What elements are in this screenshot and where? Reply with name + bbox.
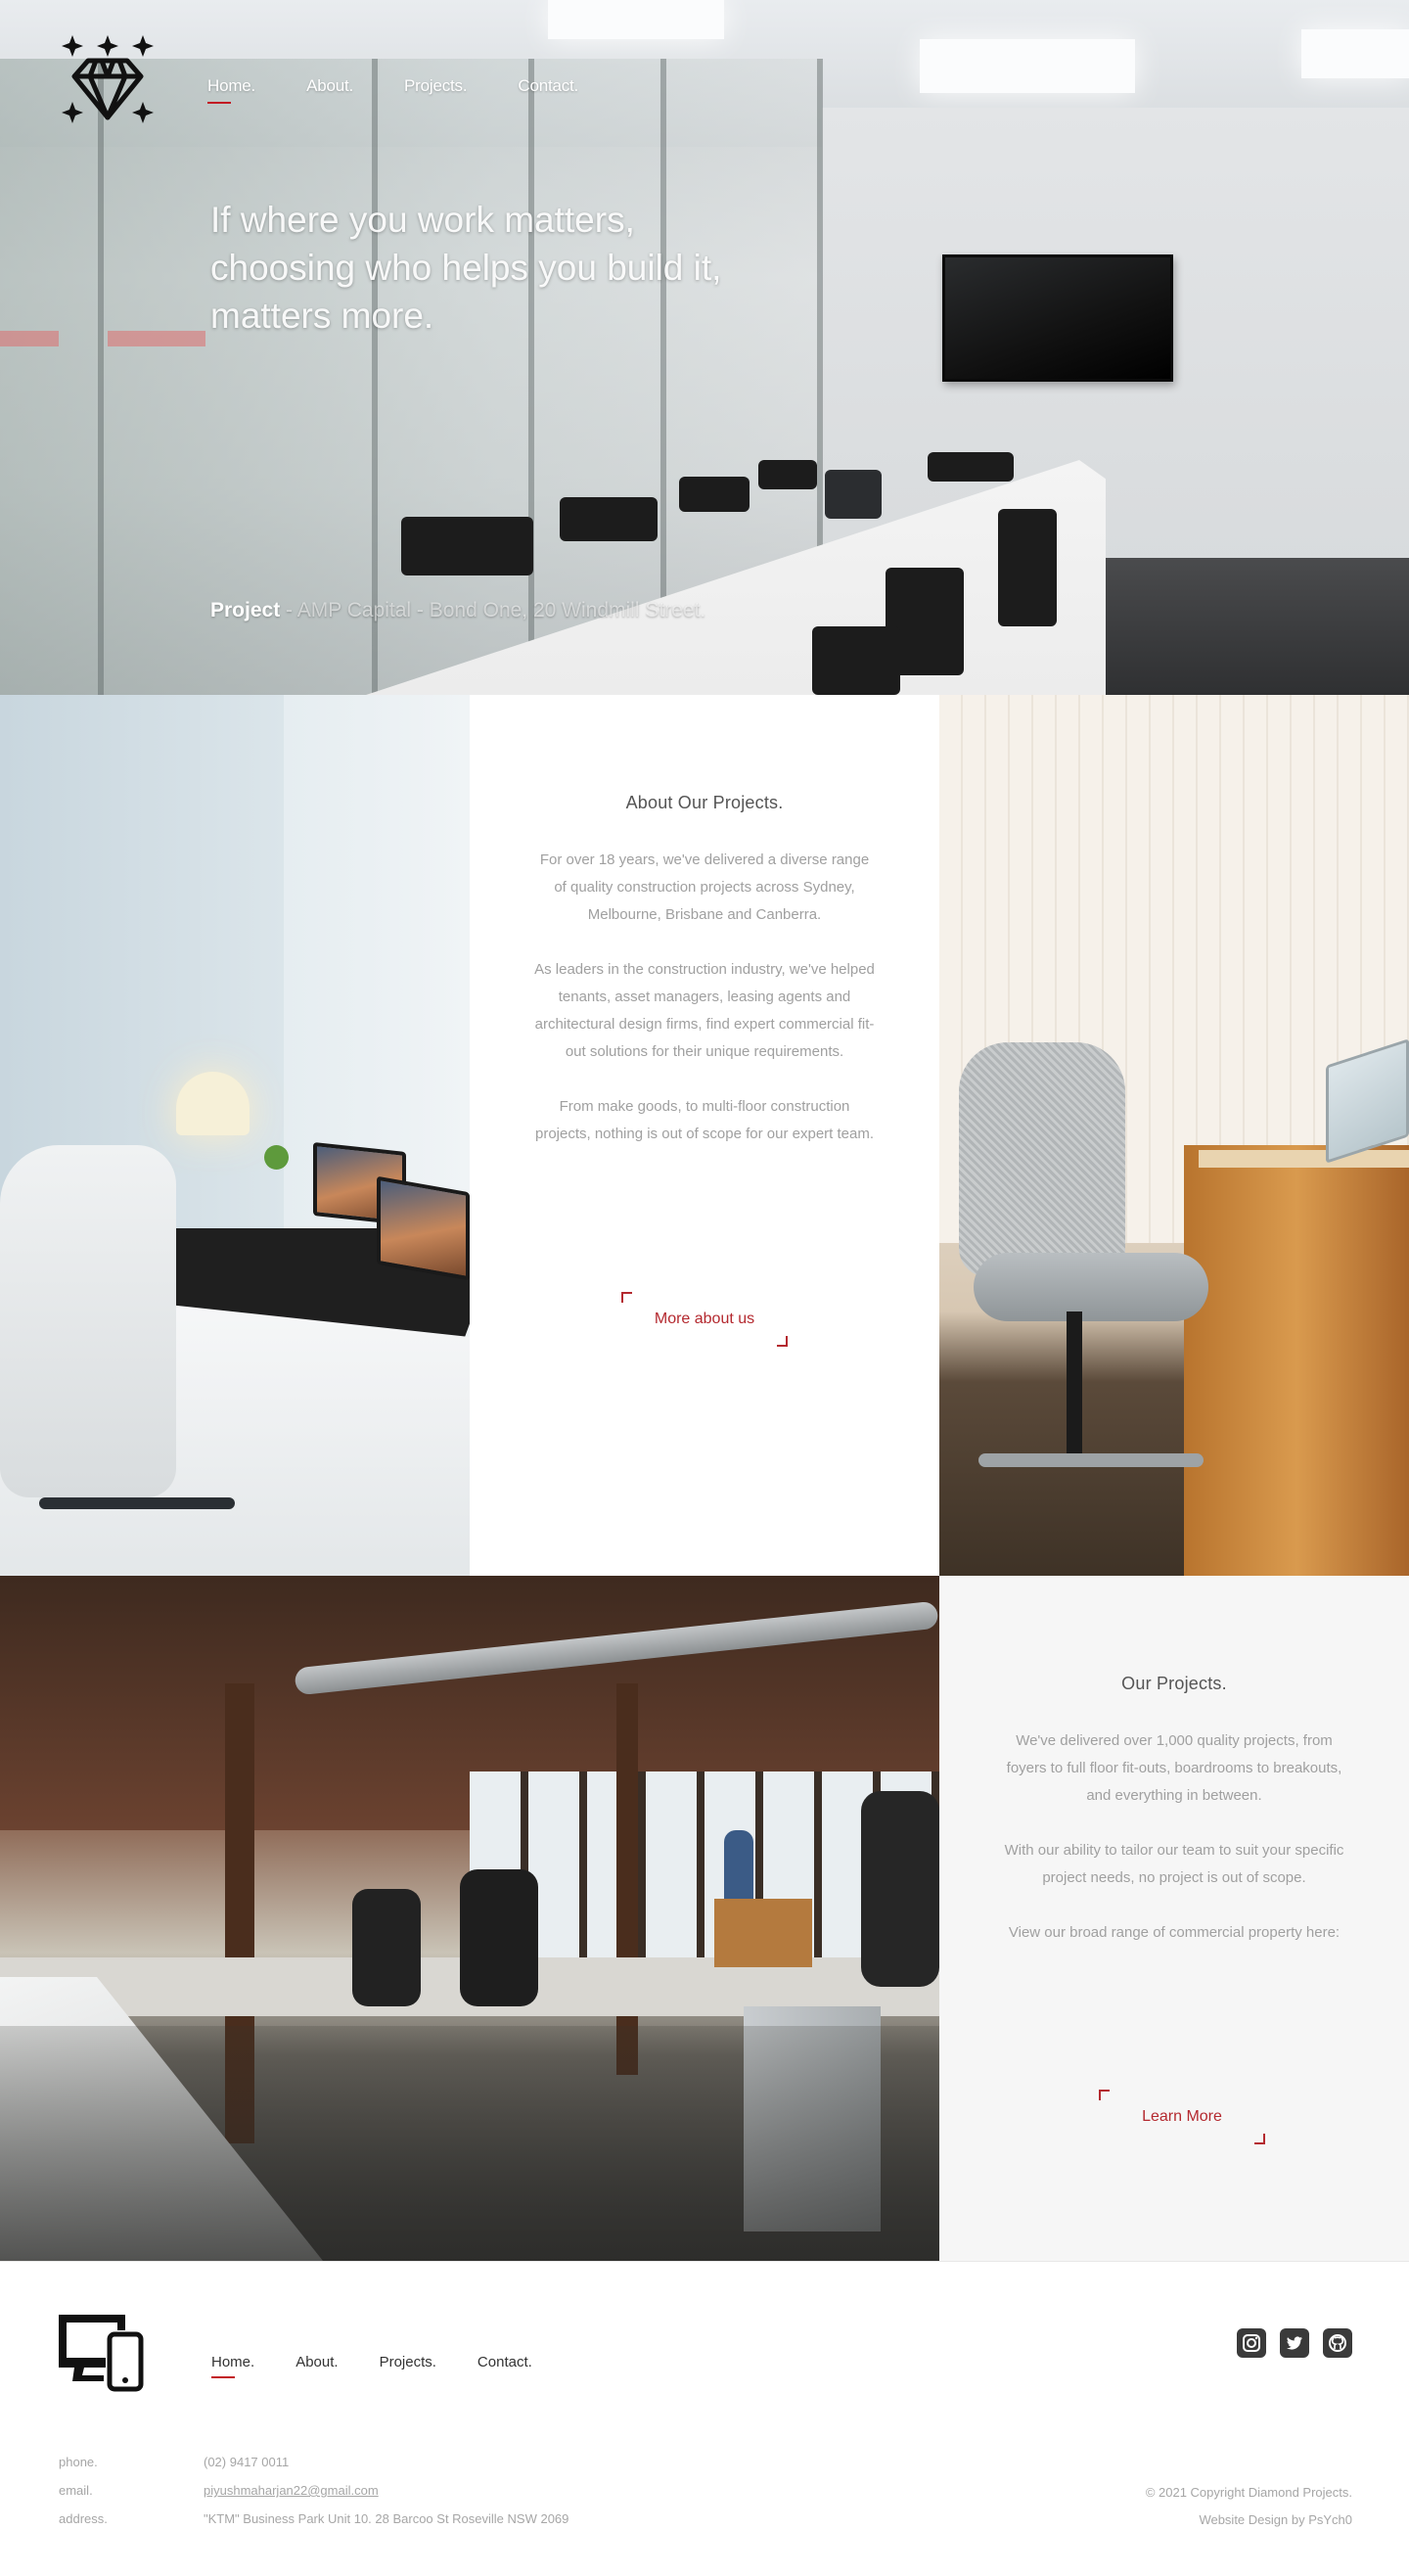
wood-desk bbox=[1184, 1145, 1409, 1576]
monitor-screen bbox=[377, 1175, 470, 1281]
about-copy: For over 18 years, we've delivered a div… bbox=[533, 847, 876, 1148]
white-chair bbox=[0, 1145, 176, 1497]
office-chair bbox=[758, 460, 817, 489]
footer-nav-projects[interactable]: Projects. bbox=[380, 2354, 436, 2378]
ceiling-light bbox=[1301, 29, 1409, 78]
office-chair bbox=[679, 477, 750, 512]
glass-frame bbox=[98, 59, 104, 695]
office-chair bbox=[401, 517, 533, 575]
office-chair bbox=[998, 509, 1057, 626]
desk-phone bbox=[825, 470, 882, 519]
instagram-icon[interactable] bbox=[1237, 2328, 1266, 2358]
office-chair bbox=[861, 1791, 939, 1987]
desk-lamp bbox=[176, 1072, 250, 1135]
address-label: address. bbox=[59, 2511, 108, 2526]
devices-icon[interactable] bbox=[55, 2311, 145, 2393]
email-label: email. bbox=[59, 2483, 93, 2498]
nav-contact[interactable]: Contact. bbox=[518, 76, 578, 104]
learn-more-button[interactable]: Learn More bbox=[1099, 2090, 1265, 2144]
project-label: Project bbox=[210, 599, 281, 621]
phone-label: phone. bbox=[59, 2455, 98, 2469]
ceiling-light bbox=[548, 0, 724, 39]
office-chair-photo bbox=[939, 695, 1409, 1576]
timber-column bbox=[616, 1683, 638, 2075]
glass-accent-strip bbox=[108, 331, 205, 346]
project-detail: AMP Capital - Bond One, 20 Windmill Stre… bbox=[296, 599, 706, 621]
contact-row-email: email. piyushmaharjan22@gmail.com bbox=[59, 2476, 568, 2505]
site-footer: Home. About. Projects. Contact. phone. (… bbox=[0, 2261, 1409, 2576]
nav-projects[interactable]: Projects. bbox=[404, 76, 468, 104]
chair-base bbox=[39, 1497, 235, 1509]
projects-paragraph: We've delivered over 1,000 quality proje… bbox=[1006, 1732, 1342, 1804]
project-separator: - bbox=[286, 599, 294, 621]
address-value: "KTM" Business Park Unit 10. 28 Barcoo S… bbox=[204, 2511, 569, 2526]
chair-base bbox=[978, 1453, 1204, 1467]
copyright-text: © 2021 Copyright Diamond Projects. bbox=[1145, 2485, 1352, 2500]
our-projects-panel: Our Projects. We've delivered over 1,000… bbox=[939, 1576, 1409, 2261]
wall-tv bbox=[942, 254, 1173, 382]
footer-nav-home[interactable]: Home. bbox=[211, 2354, 254, 2378]
desk-top bbox=[1199, 1150, 1409, 1168]
about-heading: About Our Projects. bbox=[625, 793, 784, 812]
social-links bbox=[1237, 2328, 1352, 2358]
nav-home[interactable]: Home. bbox=[207, 76, 255, 104]
about-projects-panel: About Our Projects. For over 18 years, w… bbox=[470, 695, 939, 1576]
contact-details: phone. (02) 9417 0011 email. piyushmahar… bbox=[59, 2448, 568, 2533]
hero-headline: If where you work matters, choosing who … bbox=[210, 200, 722, 336]
main-nav: Home. About. Projects. Contact. bbox=[207, 76, 629, 104]
carpet-floor bbox=[0, 2026, 939, 2261]
more-about-us-button[interactable]: More about us bbox=[621, 1292, 788, 1347]
github-icon[interactable] bbox=[1323, 2328, 1352, 2358]
chair-seat bbox=[974, 1253, 1208, 1321]
projects-paragraph: With our ability to tailor our team to s… bbox=[1004, 1842, 1344, 1886]
chair-stem bbox=[1067, 1311, 1082, 1458]
contact-row-address: address. "KTM" Business Park Unit 10. 28… bbox=[59, 2505, 568, 2533]
ceiling-light bbox=[920, 39, 1135, 93]
hero-section: Home. About. Projects. Contact. If where… bbox=[0, 0, 1409, 695]
open-office-photo bbox=[0, 1576, 939, 2261]
projects-heading: Our Projects. bbox=[1121, 1674, 1227, 1693]
phone-value: (02) 9417 0011 bbox=[204, 2455, 290, 2469]
footer-nav: Home. About. Projects. Contact. bbox=[211, 2354, 573, 2378]
reception-counter bbox=[714, 1899, 812, 1967]
footer-nav-contact[interactable]: Contact. bbox=[477, 2354, 532, 2378]
footer-nav-about[interactable]: About. bbox=[295, 2354, 338, 2378]
twitter-icon[interactable] bbox=[1280, 2328, 1309, 2358]
office-chair bbox=[460, 1869, 538, 2006]
about-paragraph: From make goods, to multi-floor construc… bbox=[534, 1098, 875, 1142]
projects-copy: We've delivered over 1,000 quality proje… bbox=[1003, 1727, 1345, 1947]
diamond-logo-icon[interactable] bbox=[59, 29, 157, 127]
glass-accent-strip bbox=[0, 331, 59, 346]
person-standing bbox=[724, 1830, 753, 1899]
copyright-block: © 2021 Copyright Diamond Projects. Websi… bbox=[1146, 2479, 1352, 2534]
desk-photo bbox=[0, 695, 470, 1576]
email-link[interactable]: piyushmaharjan22@gmail.com bbox=[204, 2483, 379, 2498]
nav-about[interactable]: About. bbox=[306, 76, 353, 104]
about-paragraph: For over 18 years, we've delivered a div… bbox=[539, 851, 870, 923]
office-chair bbox=[928, 452, 1014, 482]
about-paragraph: As leaders in the construction industry,… bbox=[534, 961, 875, 1060]
mesh-chair-back bbox=[959, 1042, 1125, 1277]
design-credit: Website Design by PsYch0 bbox=[1199, 2512, 1352, 2527]
office-chair bbox=[352, 1889, 421, 2006]
contact-row-phone: phone. (02) 9417 0011 bbox=[59, 2448, 568, 2476]
hero-project-caption: Project - AMP Capital - Bond One, 20 Win… bbox=[210, 599, 705, 622]
office-chair bbox=[560, 497, 658, 541]
office-chair bbox=[812, 626, 900, 695]
desk-plant bbox=[264, 1145, 289, 1170]
projects-paragraph: View our broad range of commercial prope… bbox=[1008, 1924, 1341, 1941]
